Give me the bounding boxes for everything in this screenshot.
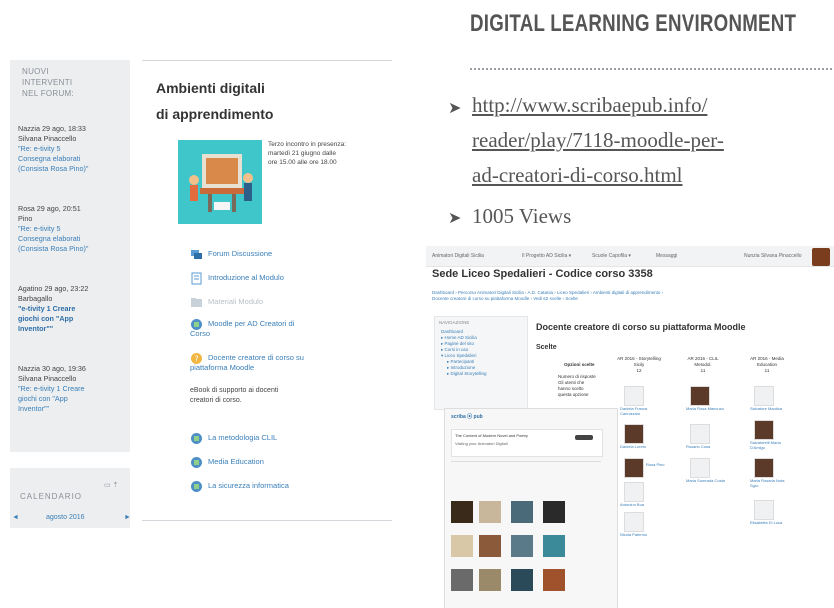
- user-photo[interactable]: [690, 458, 710, 478]
- section-divider: [142, 520, 392, 521]
- user-photo[interactable]: [754, 386, 774, 406]
- views-count: 1005 Views: [472, 204, 572, 228]
- menu-messaggi[interactable]: Messaggi: [656, 253, 677, 259]
- toggle-button[interactable]: [575, 435, 593, 440]
- user-name-label[interactable]: Rosa Pino: [646, 462, 686, 467]
- book-thumbnail[interactable]: [451, 535, 473, 557]
- calendar-title: CALENDARIO: [20, 492, 83, 501]
- user-name-label[interactable]: Antonino Bua: [620, 502, 660, 507]
- course-title: Sede Liceo Spedalieri - Codice corso 335…: [432, 268, 653, 280]
- calendar-month-label[interactable]: agosto 2016: [46, 514, 85, 521]
- breadcrumb: Dashboard › Percorso Animatori Digitali …: [432, 290, 664, 301]
- book-icon: [191, 457, 202, 468]
- user-photo[interactable]: [754, 458, 774, 478]
- ebook-link[interactable]: http://www.scribaepub.info/ reader/play/…: [472, 88, 724, 193]
- bullet-arrow-icon: ➤: [448, 210, 462, 227]
- book-thumbnail[interactable]: [479, 501, 501, 523]
- user-name[interactable]: Nunzia Silvana Pinaccello: [744, 253, 802, 259]
- choices-heading: Scelte: [536, 344, 557, 351]
- book-icon: [191, 481, 202, 492]
- book-thumbnail[interactable]: [451, 569, 473, 591]
- user-photo[interactable]: [754, 500, 774, 520]
- scriba-logo: scriba ⦿ pub: [451, 414, 483, 420]
- book-thumbnail[interactable]: [543, 569, 565, 591]
- content-card: The Content of Modern Novel and Poetry V…: [451, 429, 603, 457]
- book-thumbnail[interactable]: [543, 501, 565, 523]
- activity-heading: Docente creatore di corso su piattaforma…: [536, 322, 746, 332]
- bullet-arrow-icon: ➤: [448, 100, 462, 117]
- book-thumbnail[interactable]: [511, 535, 533, 557]
- next-month-icon[interactable]: ►: [124, 514, 131, 521]
- menu-progetto[interactable]: Il Progetto AD Sicilia ▾: [522, 253, 571, 259]
- user-photo[interactable]: [690, 386, 710, 406]
- section-illustration: [178, 140, 262, 224]
- choice-column-header: AR 2016 - CLIL Metodol. 11: [687, 356, 719, 373]
- book-thumbnail[interactable]: [511, 501, 533, 523]
- book-thumbnail[interactable]: [479, 535, 501, 557]
- calendar-tools-icon[interactable]: ▭ ⇡: [104, 481, 118, 489]
- section-title-line2: di apprendimento: [156, 106, 274, 122]
- user-photo[interactable]: [624, 424, 644, 444]
- forum-icon: [191, 250, 202, 259]
- site-name[interactable]: Animatori Digitali Sicilia: [432, 253, 484, 259]
- meeting-info: Terzo incontro in presenza: martedì 21 g…: [268, 141, 347, 166]
- section-title: Ambienti digitali: [156, 80, 265, 96]
- page-icon: [191, 272, 202, 285]
- book-thumbnail[interactable]: [543, 535, 565, 557]
- forum-post[interactable]: Rosa 29 ago, 20:51 Pino "Re: e-tivity 5 …: [18, 204, 128, 254]
- embedded-moodle-screenshot: Animatori Digitali Sicilia Il Progetto A…: [426, 246, 834, 608]
- dotted-divider: [470, 68, 832, 70]
- user-photo[interactable]: [754, 420, 774, 440]
- book-thumbnail[interactable]: [479, 569, 501, 591]
- choice-column-header: AR 2016 - Media Education 11: [750, 356, 784, 373]
- user-name-label[interactable]: Elisabetta Di Luca: [750, 520, 790, 525]
- slide-heading: DIGITAL LEARNING ENVIRONMENT: [470, 10, 797, 37]
- forum-post[interactable]: Agatino 29 ago, 23:22 Barbagallo "e-tivi…: [18, 284, 128, 334]
- book-icon: [191, 433, 202, 444]
- user-photo[interactable]: [624, 482, 644, 502]
- user-name-label[interactable]: Daniela Franca Cannizzaro: [620, 406, 660, 416]
- user-name-label[interactable]: Maria Rosa Mancuso: [686, 406, 726, 411]
- scriba-pub-preview: scriba ⦿ pub The Content of Modern Novel…: [444, 408, 618, 608]
- choice-column-header: AR 2016 - Storytelling Sicily 12: [617, 356, 661, 373]
- ebook-note: eBook di supporto ai docenti creatori di…: [190, 387, 279, 404]
- divider: [451, 461, 601, 462]
- book-thumbnail[interactable]: [511, 569, 533, 591]
- avatar[interactable]: [812, 248, 830, 266]
- prev-month-icon[interactable]: ◄: [12, 514, 19, 521]
- menu-scuole[interactable]: Scuole Capofila ▾: [592, 253, 631, 259]
- folder-icon: [191, 298, 202, 307]
- navigation-block: NAVIGAZIONE Dashboard ▸ Home AD Sicilia …: [434, 316, 528, 410]
- user-photo[interactable]: [624, 386, 644, 406]
- user-name-label[interactable]: Maria Rosaria Nota Sgro: [750, 478, 790, 488]
- user-photo[interactable]: [624, 512, 644, 532]
- options-description: Numero di risposte Gli utenti che hanno …: [558, 374, 596, 397]
- book-thumbnail[interactable]: [451, 501, 473, 523]
- forum-post[interactable]: Nazzia 30 ago, 19:36 Silvana Pinaccello …: [18, 364, 128, 414]
- options-label: Opzioni scelte: [564, 362, 595, 367]
- user-name-label[interactable]: Salvatorelli Maria D'Amigo: [750, 440, 790, 450]
- section-divider: [142, 60, 392, 61]
- user-name-label[interactable]: Maria Sumrada Costa: [686, 478, 726, 483]
- forum-block-heading: NUOVI INTERVENTI NEL FORUM:: [22, 67, 75, 98]
- forum-post[interactable]: Nazzia 29 ago, 18:33 Silvana Pinaccello …: [18, 124, 128, 174]
- user-photo[interactable]: [624, 458, 644, 478]
- user-name-label[interactable]: Daniela Loreto: [620, 444, 660, 449]
- user-name-label[interactable]: Nicola Palermo: [620, 532, 660, 537]
- user-photo[interactable]: [690, 424, 710, 444]
- user-name-label[interactable]: Salvatore Mautica: [750, 406, 790, 411]
- user-name-label[interactable]: Rosario Cosa: [686, 444, 726, 449]
